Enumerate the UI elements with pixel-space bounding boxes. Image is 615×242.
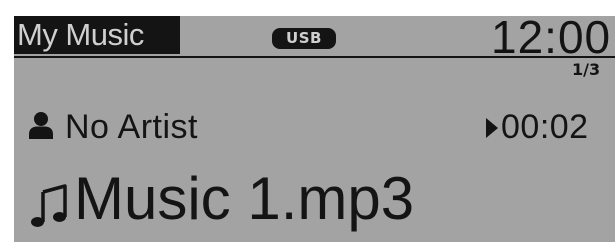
music-player-screen: My Music USB 12:00 1/3 No Artist 00:02 M… [14,16,615,242]
music-note-icon [31,184,67,227]
play-icon [486,118,498,138]
song-row: Music 1.mp3 [28,166,588,236]
artist-name: No Artist [65,108,198,146]
track-count: 1/3 [572,60,601,79]
elapsed-time: 00:02 [501,108,589,146]
header-divider [14,56,615,58]
clock: 12:00 [491,16,612,63]
song-title: Music 1.mp3 [74,165,415,232]
screen-title: My Music [17,17,144,52]
usb-source-badge: USB [272,28,336,49]
header-bar: My Music USB 12:00 [14,16,615,61]
person-icon [29,112,53,139]
title-box: My Music [14,16,180,54]
